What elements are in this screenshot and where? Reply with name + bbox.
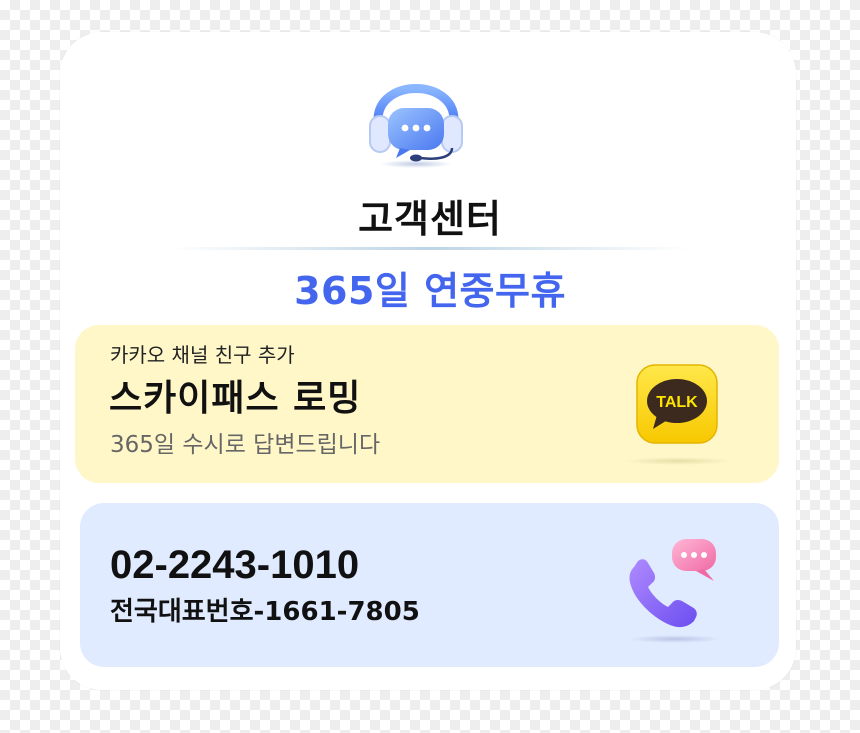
title-divider (170, 247, 690, 250)
operating-hours-subtitle: 365일 연중무휴 (294, 269, 566, 313)
phone-chat-icon[interactable] (624, 537, 724, 633)
kakaotalk-icon[interactable]: TALK (635, 363, 721, 447)
page-title: 고객센터 (358, 197, 502, 241)
kakao-channel-description: 365일 수시로 답변드립니다 (110, 432, 381, 458)
kakao-channel-name: 스카이패스 로밍 (109, 378, 362, 419)
talk-icon-text: TALK (656, 394, 698, 411)
headset-chat-icon (369, 84, 463, 168)
phone-icon-shadow (628, 635, 722, 643)
kakao-channel-label: 카카오 채널 친구 추가 (110, 343, 295, 367)
representative-number[interactable]: 전국대표번호-1661-7805 (110, 591, 420, 628)
phone-contact-card[interactable]: 02-2243-1010 전국대표번호-1661-7805 (80, 503, 779, 667)
phone-number[interactable]: 02-2243-1010 (110, 543, 359, 588)
kakao-channel-card[interactable]: 카카오 채널 친구 추가 스카이패스 로밍 365일 수시로 답변드립니다 TA… (75, 325, 779, 483)
kakaotalk-icon-shadow (623, 457, 733, 465)
